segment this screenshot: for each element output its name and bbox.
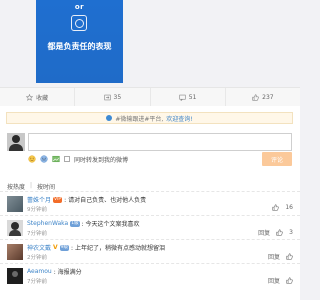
info-icon [106, 115, 113, 121]
notice-banner: #微输跟进#平台, 欢迎查询! [6, 112, 293, 124]
comment-text: : 上年纪了，稍微有点感动就想留泪 [71, 245, 165, 252]
star-icon [26, 93, 34, 101]
sort-by-time[interactable]: 按时间 [37, 182, 55, 191]
favorite-button[interactable]: 收藏 [0, 88, 74, 106]
comment-item: Aeamou : 海报满分 7分钟前 回复 [0, 263, 300, 288]
comment-like-count: 3 [289, 229, 293, 236]
comment-like-count: 16 [285, 204, 293, 211]
commenter-name[interactable]: 神农文戴 [27, 243, 51, 252]
comment-actions: 回复 [268, 276, 293, 285]
comment-input[interactable] [28, 133, 292, 151]
thumbs-up-icon[interactable] [276, 229, 283, 236]
reply-button[interactable]: 回复 [258, 228, 270, 237]
app-icon [71, 15, 87, 31]
level-badge: 9级 [59, 244, 70, 251]
comment-line: StephenWaka 1级 : 今天这个文案我喜欢 [27, 219, 140, 228]
composer-toolbar: 同时转发到我的微博 [28, 154, 128, 164]
commenter-name[interactable]: StephenWaka [27, 220, 68, 227]
comment-item: StephenWaka 1级 : 今天这个文案我喜欢 7分钟前 回复 3 [0, 215, 300, 240]
comment-actions: 回复 [268, 252, 293, 261]
commenter-avatar[interactable] [7, 268, 23, 284]
image-or-text: or [74, 3, 85, 11]
thumbs-up-icon [252, 93, 259, 101]
commenter-name[interactable]: 蕾姝个月 [27, 195, 51, 204]
comment-text: : 海报满分 [53, 269, 82, 276]
commenter-name[interactable]: Aeamou [27, 268, 52, 275]
level-badge: 1级 [70, 220, 80, 227]
comment-line: Aeamou : 海报满分 [27, 267, 82, 276]
comment-text: : 今天这个文案我喜欢 [81, 221, 140, 228]
reply-button[interactable]: 回复 [268, 252, 280, 261]
comment-time: 2分钟前 [27, 255, 47, 261]
like-button[interactable]: 237 [224, 88, 300, 106]
sort-separator: | [30, 182, 33, 189]
image-caption: 都是负责任的表现 [47, 42, 112, 51]
repost-count: 35 [113, 93, 122, 101]
thumbs-up-icon[interactable] [286, 253, 293, 260]
post-image-area: or 都是负责任的表现 [0, 0, 300, 86]
verified-badge: V [53, 244, 58, 251]
comment-time: 7分钟前 [27, 231, 47, 237]
emoji-icon[interactable] [28, 155, 36, 163]
notice-text: #微输跟进#平台, [115, 115, 164, 123]
thumbs-up-icon[interactable] [272, 204, 280, 211]
vip-badge: VIP [53, 196, 63, 203]
comment-button[interactable]: 51 [149, 88, 225, 106]
comment-icon [179, 94, 186, 101]
face-icon[interactable] [40, 155, 48, 163]
comment-actions: 回复 3 [258, 228, 293, 237]
thumbs-up-icon[interactable] [286, 277, 293, 284]
post-image[interactable]: or 都是负责任的表现 [36, 0, 123, 83]
commenter-avatar[interactable] [7, 196, 23, 212]
image-icon[interactable] [52, 155, 60, 163]
comment-item: 蕾姝个月 VIP : 请对自己负责、也对他人负责 9分钟前 16 [0, 191, 300, 216]
comment-time: 9分钟前 [27, 207, 47, 213]
favorite-label: 收藏 [36, 94, 49, 102]
repost-icon [103, 94, 111, 100]
comment-panel: #微输跟进#平台, 欢迎查询! 同时转发到我的微博 评论 按热度 | 按时间 蕾… [0, 106, 300, 300]
commenter-avatar[interactable] [7, 220, 23, 236]
comment-count: 51 [188, 93, 197, 101]
like-count: 237 [262, 93, 274, 101]
submit-comment-button[interactable]: 评论 [262, 152, 292, 166]
also-repost-checkbox[interactable] [64, 156, 70, 162]
commenter-avatar[interactable] [7, 244, 23, 260]
also-repost-label: 同时转发到我的微博 [74, 156, 129, 164]
comment-time: 7分钟前 [27, 279, 47, 285]
sort-by-hot[interactable]: 按热度 [7, 182, 25, 191]
repost-button[interactable]: 35 [74, 88, 149, 106]
comment-text: : 请对自己负责、也对他人负责 [64, 197, 147, 204]
current-user-avatar[interactable] [7, 133, 25, 151]
comment-line: 蕾姝个月 VIP : 请对自己负责、也对他人负责 [27, 195, 146, 204]
comment-sort: 按热度 | 按时间 [7, 182, 55, 191]
comment-item: 神农文戴 V 9级 : 上年纪了，稍微有点感动就想留泪 2分钟前 回复 [0, 239, 300, 264]
reply-button[interactable]: 回复 [268, 276, 280, 285]
comment-actions: 16 [266, 204, 293, 211]
notice-link[interactable]: 欢迎查询! [166, 114, 192, 123]
post-action-bar: 收藏 35 51 237 [0, 87, 300, 107]
comment-line: 神农文戴 V 9级 : 上年纪了，稍微有点感动就想留泪 [27, 243, 165, 252]
